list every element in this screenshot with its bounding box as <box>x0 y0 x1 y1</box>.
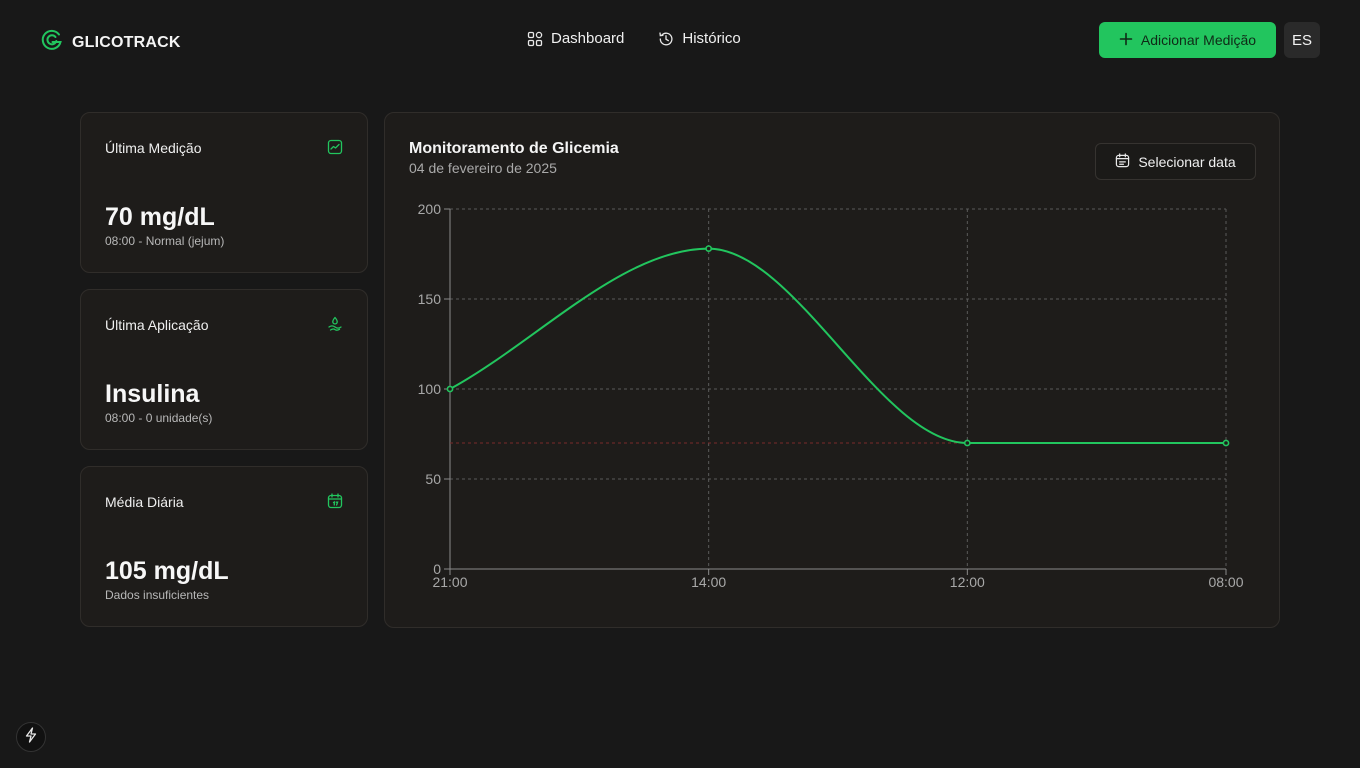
y-tick-label: 150 <box>418 291 442 307</box>
card-value: Insulina <box>105 380 200 408</box>
nav-item-label: Dashboard <box>551 30 625 47</box>
nav-item-label: Histórico <box>682 30 741 47</box>
glucose-chart-card: 0 50 100 150 200 21:00 14:00 12:00 08:00 Monitor… <box>384 112 1280 628</box>
x-tick-label: 08:00 <box>1208 574 1243 590</box>
card-detail: Dados insuficientes <box>105 588 210 602</box>
glucose-data-point <box>446 385 454 393</box>
y-tick-label: 50 <box>425 471 441 487</box>
select-date-button[interactable]: Selecionar data <box>1095 143 1256 180</box>
calendar-icon <box>327 493 343 514</box>
daily-average-card: Média Diária 105 mg/dL Dados insuficient… <box>80 466 368 627</box>
grid-icon <box>527 31 543 47</box>
glucose-series-line <box>449 247 1226 445</box>
lightning-bolt-icon <box>24 726 38 748</box>
add-measurement-label: Adicionar Medição <box>1140 32 1257 48</box>
card-title: Média Diária <box>105 494 184 510</box>
card-value: 70 mg/dL <box>105 203 215 231</box>
trend-chart-icon <box>327 139 343 160</box>
select-date-label: Selecionar data <box>1138 153 1236 170</box>
main-nav: Dashboard Histórico <box>527 30 741 47</box>
x-tick-label: 14:00 <box>691 574 726 590</box>
card-detail: 08:00 - 0 unidade(s) <box>105 411 213 425</box>
brand-name: GLICOTRACK <box>72 33 181 51</box>
logo-icon <box>40 28 64 57</box>
history-icon <box>658 31 674 47</box>
last-measurement-card: Última Medição 70 mg/dL 08:00 - Normal (… <box>80 112 368 273</box>
card-value: 105 mg/dL <box>105 557 229 585</box>
last-application-card: Última Aplicação Insulina 08:00 - 0 unid… <box>80 289 368 450</box>
y-tick-label: 100 <box>418 381 442 397</box>
y-tick-label: 200 <box>418 201 442 217</box>
card-detail: 08:00 - Normal (jejum) <box>105 234 225 248</box>
language-switch-button[interactable]: ES <box>1284 22 1320 58</box>
add-measurement-button[interactable]: Adicionar Medição <box>1099 22 1276 58</box>
x-tick-label: 12:00 <box>950 574 985 590</box>
glucose-line-chart: 05010015020021:00 14:00 12:00 08:00 <box>418 201 1244 590</box>
app-logo[interactable]: GLICOTRACK <box>40 28 181 57</box>
syringe-drop-icon <box>327 316 343 337</box>
x-tick-label: 21:00 <box>432 574 467 590</box>
chart-date: 04 de fevereiro de 2025 <box>409 160 557 176</box>
glucose-data-point <box>963 439 971 447</box>
top-navigation-bar: GLICOTRACK Dashboard Histórico Adicionar… <box>0 0 1360 82</box>
glucose-data-point <box>1222 439 1230 447</box>
glucose-data-point <box>705 245 713 252</box>
nav-item-history[interactable]: Histórico <box>658 30 741 47</box>
nav-item-dashboard[interactable]: Dashboard <box>527 30 624 47</box>
quick-action-button[interactable] <box>16 722 46 752</box>
calendar-icon <box>1115 152 1130 171</box>
plus-icon <box>1119 32 1133 49</box>
chart-title: Monitoramento de Glicemia <box>409 140 619 157</box>
card-title: Última Medição <box>105 140 202 156</box>
card-title: Última Aplicação <box>105 317 209 333</box>
